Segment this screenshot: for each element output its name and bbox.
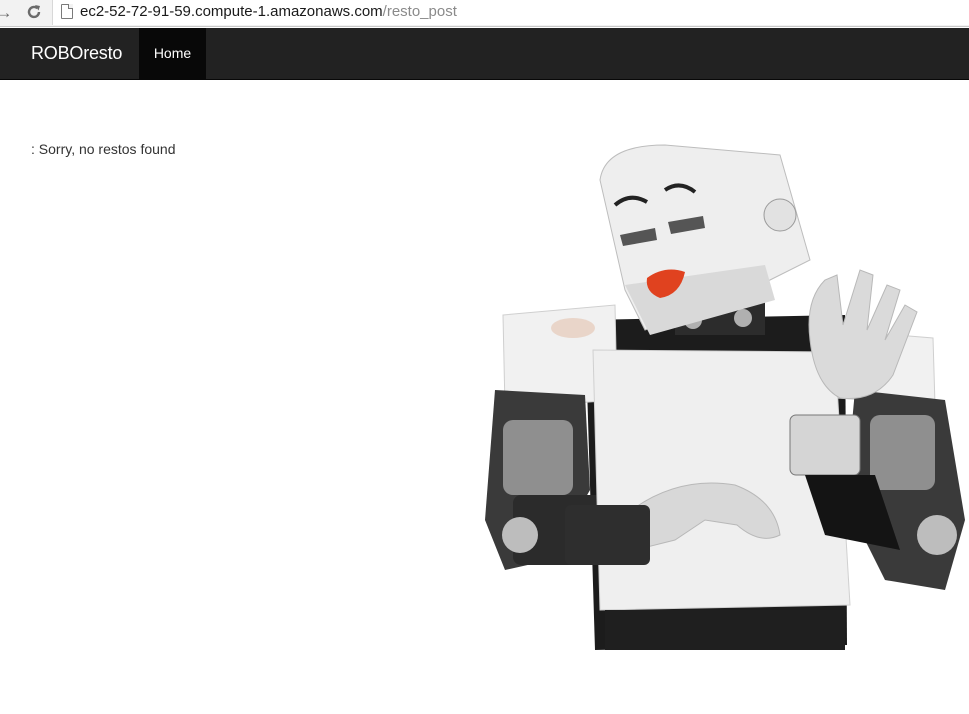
robot-image xyxy=(475,140,969,655)
nav-item-home[interactable]: Home xyxy=(139,28,206,79)
url-path: /resto_post xyxy=(382,3,457,20)
brand-link[interactable]: ROBOresto xyxy=(31,43,122,64)
url-text[interactable]: ec2-52-72-91-59.compute-1.amazonaws.com/… xyxy=(80,3,457,20)
browser-toolbar: → ec2-52-72-91-59.compute-1.amazonaws.co… xyxy=(0,0,969,27)
top-navbar: ROBOresto Home xyxy=(0,28,969,80)
url-host: ec2-52-72-91-59.compute-1.amazonaws.com xyxy=(80,3,383,20)
back-arrow-icon[interactable]: → xyxy=(0,3,14,23)
page-icon xyxy=(61,4,73,19)
no-results-message: : Sorry, no restos found xyxy=(31,141,176,157)
reload-icon[interactable] xyxy=(24,3,44,23)
url-bar[interactable]: ec2-52-72-91-59.compute-1.amazonaws.com/… xyxy=(52,0,969,25)
